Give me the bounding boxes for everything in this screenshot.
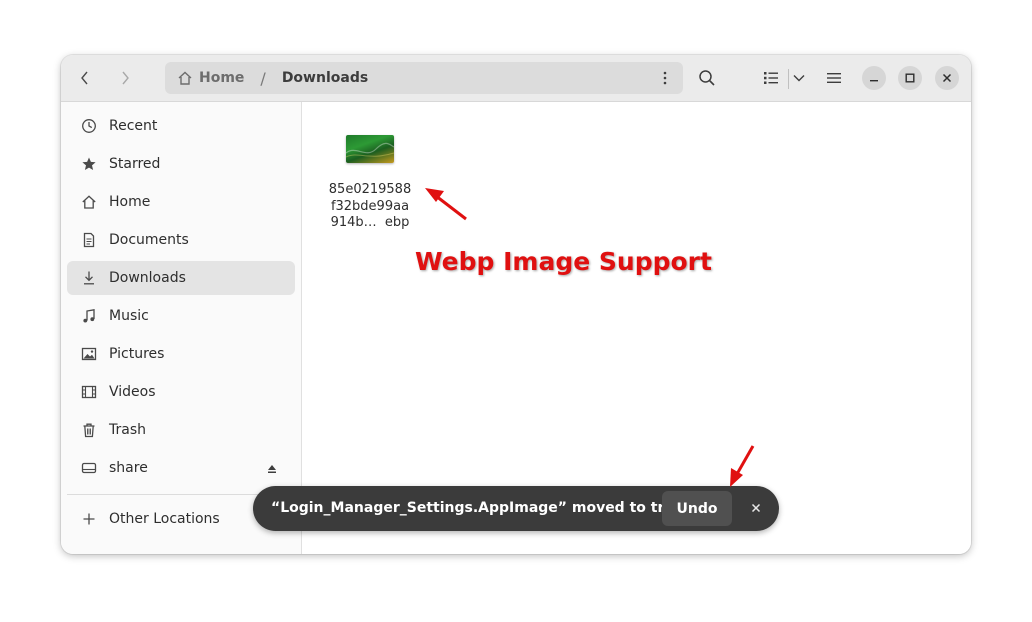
chevron-left-icon — [81, 71, 88, 85]
home-icon — [178, 71, 192, 85]
plus-icon — [80, 510, 98, 528]
sidebar-item-home[interactable]: Home — [67, 185, 295, 219]
toast-message: “Login_Manager_Settings.AppImage” moved … — [271, 500, 693, 516]
breadcrumb-separator: / — [260, 68, 266, 88]
breadcrumb-home-label: Home — [199, 70, 245, 86]
clock-icon — [80, 117, 98, 135]
vertical-dots-icon — [663, 71, 667, 85]
sidebar-item-label: Downloads — [109, 270, 186, 286]
sidebar-item-label: Recent — [109, 118, 158, 134]
file-item[interactable]: 85e0219588 f32bde99aa 914b… ebp — [322, 128, 418, 238]
sidebar-item-starred[interactable]: Starred — [67, 147, 295, 181]
back-button[interactable] — [73, 66, 97, 90]
download-icon — [80, 269, 98, 287]
sidebar-item-trash[interactable]: Trash — [67, 413, 295, 447]
file-manager-window: Home / Downloads Recent Starred Home Doc… — [61, 55, 971, 554]
sidebar-item-share[interactable]: share — [67, 451, 295, 485]
toast-close-button[interactable] — [747, 499, 765, 517]
sidebar-item-label: share — [109, 460, 148, 476]
sidebar-item-label: Documents — [109, 232, 189, 248]
main-menu-button[interactable] — [822, 66, 846, 90]
drive-icon — [80, 459, 98, 477]
header-bar: Home / Downloads — [61, 55, 971, 102]
hamburger-menu-icon — [827, 73, 841, 83]
sidebar-item-downloads[interactable]: Downloads — [67, 261, 295, 295]
trash-icon — [80, 421, 98, 439]
maximize-button[interactable] — [898, 66, 922, 90]
sidebar-item-music[interactable]: Music — [67, 299, 295, 333]
forward-button[interactable] — [113, 66, 137, 90]
sidebar-item-documents[interactable]: Documents — [67, 223, 295, 257]
star-icon — [80, 155, 98, 173]
film-icon — [80, 383, 98, 401]
sidebar-item-videos[interactable]: Videos — [67, 375, 295, 409]
chevron-down-icon — [793, 75, 805, 82]
search-icon — [699, 70, 715, 86]
music-note-icon — [80, 307, 98, 325]
sidebar-item-label: Other Locations — [109, 511, 220, 527]
close-icon — [751, 503, 761, 513]
webp-thumbnail — [346, 135, 394, 163]
minimize-button[interactable] — [862, 66, 886, 90]
sidebar-item-label: Home — [109, 194, 151, 210]
list-view-icon — [764, 72, 778, 84]
sidebar-item-label: Trash — [109, 422, 146, 438]
annotation-label: Webp Image Support — [415, 247, 712, 276]
sidebar-item-label: Videos — [109, 384, 156, 400]
path-bar[interactable]: Home / Downloads — [165, 62, 683, 94]
close-icon — [942, 73, 952, 83]
sidebar-item-label: Music — [109, 308, 149, 324]
undo-button[interactable]: Undo — [662, 491, 732, 526]
maximize-icon — [905, 73, 915, 83]
close-window-button[interactable] — [935, 66, 959, 90]
picture-icon — [80, 345, 98, 363]
breadcrumb-current[interactable]: Downloads — [282, 70, 368, 86]
sidebar: Recent Starred Home Documents Downloads … — [61, 102, 302, 554]
sidebar-item-label: Starred — [109, 156, 161, 172]
minimize-icon — [870, 80, 878, 82]
undo-toast: “Login_Manager_Settings.AppImage” moved … — [253, 486, 779, 531]
path-menu-button[interactable] — [657, 68, 673, 88]
file-name: 85e0219588 f32bde99aa 914b… ebp — [328, 182, 412, 230]
view-options-button[interactable] — [789, 66, 809, 90]
chevron-right-icon — [122, 71, 129, 85]
search-button[interactable] — [695, 66, 719, 90]
document-icon — [80, 231, 98, 249]
list-view-button[interactable] — [759, 66, 783, 90]
breadcrumb-current-label: Downloads — [281, 70, 369, 86]
eject-icon[interactable] — [267, 462, 277, 478]
sidebar-item-label: Pictures — [109, 346, 165, 362]
sidebar-item-recent[interactable]: Recent — [67, 109, 295, 143]
breadcrumb-home[interactable]: Home — [177, 70, 244, 86]
home-icon — [80, 193, 98, 211]
sidebar-item-pictures[interactable]: Pictures — [67, 337, 295, 371]
